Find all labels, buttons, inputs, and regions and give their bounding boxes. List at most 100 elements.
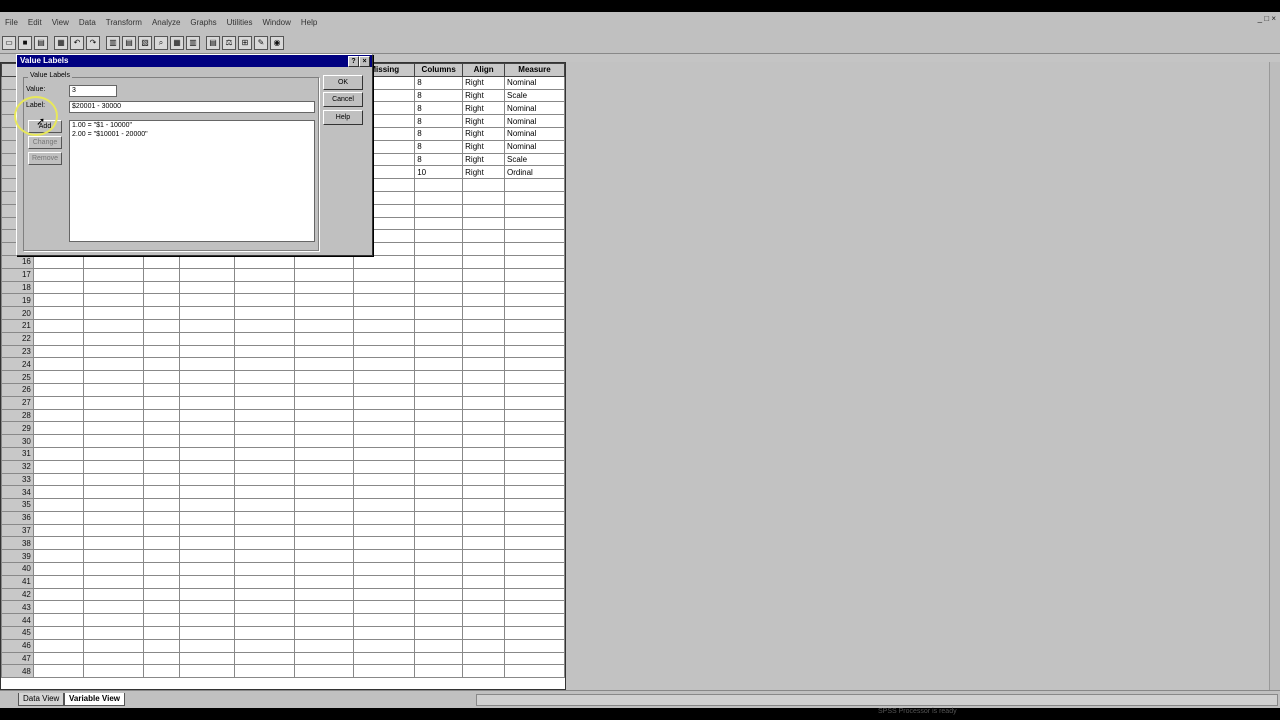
row-number[interactable]: 36 — [1, 510, 34, 525]
value-labels-list[interactable]: 1.00 = "$1 - 10000" 2.00 = "$10001 - 2000… — [69, 120, 315, 242]
cell-align[interactable]: Right — [462, 75, 506, 90]
grid-cell[interactable] — [82, 459, 145, 474]
grid-cell[interactable] — [233, 434, 295, 448]
tab-variable-view[interactable]: Variable View — [64, 693, 125, 706]
cell-missing[interactable] — [353, 472, 416, 487]
cell-missing[interactable] — [353, 254, 416, 269]
cell-align[interactable] — [462, 536, 506, 551]
grid-cell[interactable] — [293, 395, 355, 410]
menu-item-graphs[interactable]: Graphs — [185, 18, 221, 27]
grid-cell[interactable] — [293, 434, 355, 448]
grid-cell[interactable] — [233, 267, 295, 282]
cell-columns[interactable] — [414, 203, 464, 218]
grid-cell[interactable] — [233, 600, 295, 615]
grid-cell[interactable] — [143, 536, 181, 551]
grid-cell[interactable] — [82, 344, 145, 359]
cell-columns[interactable] — [414, 523, 464, 538]
grid-cell[interactable] — [32, 536, 84, 551]
cell-align[interactable] — [462, 485, 506, 500]
cell-missing[interactable] — [353, 485, 416, 500]
grid-cell[interactable] — [32, 344, 84, 359]
grid-cell[interactable] — [179, 421, 235, 436]
grid-cell[interactable] — [179, 587, 235, 602]
cell-align[interactable] — [462, 293, 506, 308]
grid-cell[interactable] — [179, 318, 235, 333]
grid-cell[interactable] — [179, 651, 235, 666]
grid-cell[interactable] — [233, 498, 295, 512]
cell-measure[interactable]: Nominal — [504, 139, 565, 154]
grid-cell[interactable] — [32, 549, 84, 564]
grid-cell[interactable] — [143, 370, 181, 384]
row-number[interactable]: 26 — [1, 382, 34, 397]
row-number[interactable]: 40 — [1, 562, 34, 576]
cell-missing[interactable] — [353, 395, 416, 410]
grid-cell[interactable] — [179, 638, 235, 653]
change-button[interactable]: Change — [28, 136, 62, 149]
grid-cell[interactable] — [32, 318, 84, 333]
row-number[interactable]: 20 — [1, 306, 34, 320]
grid-cell[interactable] — [233, 485, 295, 500]
row-number[interactable]: 39 — [1, 549, 34, 564]
row-number[interactable]: 22 — [1, 331, 34, 346]
grid-cell[interactable] — [179, 395, 235, 410]
cell-measure[interactable] — [504, 651, 565, 666]
row-number[interactable]: 42 — [1, 587, 34, 602]
grid-cell[interactable] — [143, 382, 181, 397]
row-number[interactable]: 24 — [1, 357, 34, 372]
cell-missing[interactable] — [353, 587, 416, 602]
grid-cell[interactable] — [293, 306, 355, 320]
dialog-title-bar[interactable]: Value Labels ? × — [17, 55, 372, 67]
grid-cell[interactable] — [32, 664, 84, 679]
cell-measure[interactable]: Ordinal — [504, 165, 565, 180]
grid-cell[interactable] — [82, 382, 145, 397]
cell-measure[interactable] — [504, 331, 565, 346]
cell-measure[interactable] — [504, 408, 565, 423]
dialog-recall-icon[interactable]: ▦ — [54, 35, 68, 50]
cell-align[interactable] — [462, 331, 506, 346]
cell-missing[interactable] — [353, 574, 416, 589]
cell-measure[interactable] — [504, 434, 565, 448]
row-number[interactable]: 34 — [1, 485, 34, 500]
cell-missing[interactable] — [353, 382, 416, 397]
grid-cell[interactable] — [82, 613, 145, 628]
grid-cell[interactable] — [233, 306, 295, 320]
cell-missing[interactable] — [353, 331, 416, 346]
cell-align[interactable] — [462, 626, 506, 640]
grid-cell[interactable] — [233, 664, 295, 679]
grid-cell[interactable] — [32, 498, 84, 512]
menu-item-view[interactable]: View — [47, 18, 74, 27]
grid-cell[interactable] — [293, 562, 355, 576]
cell-measure[interactable] — [504, 318, 565, 333]
cell-align[interactable] — [462, 382, 506, 397]
grid-cell[interactable] — [82, 638, 145, 653]
help-button[interactable]: Help — [323, 110, 363, 125]
row-number[interactable]: 41 — [1, 574, 34, 589]
grid-cell[interactable] — [143, 600, 181, 615]
cell-align[interactable] — [462, 600, 506, 615]
cell-measure[interactable] — [504, 587, 565, 602]
grid-cell[interactable] — [143, 523, 181, 538]
grid-cell[interactable] — [179, 434, 235, 448]
cell-measure[interactable] — [504, 203, 565, 218]
cell-align[interactable]: Right — [462, 152, 506, 167]
cell-missing[interactable] — [353, 664, 416, 679]
vertical-scrollbar[interactable] — [1269, 62, 1280, 690]
help-icon[interactable]: ? — [348, 56, 359, 67]
cell-columns[interactable] — [414, 190, 464, 205]
grid-cell[interactable] — [32, 293, 84, 308]
grid-cell[interactable] — [143, 651, 181, 666]
cancel-button[interactable]: Cancel — [323, 92, 363, 107]
value-labels-icon[interactable]: ✎ — [254, 35, 268, 50]
row-number[interactable]: 33 — [1, 472, 34, 487]
label-input[interactable]: $20001 - 30000 — [69, 101, 315, 113]
row-number[interactable]: 27 — [1, 395, 34, 410]
grid-cell[interactable] — [32, 382, 84, 397]
cell-align[interactable] — [462, 216, 506, 231]
grid-cell[interactable] — [233, 459, 295, 474]
grid-cell[interactable] — [82, 485, 145, 500]
grid-cell[interactable] — [82, 549, 145, 564]
grid-cell[interactable] — [293, 267, 355, 282]
row-number[interactable]: 46 — [1, 638, 34, 653]
row-number[interactable]: 37 — [1, 523, 34, 538]
cell-missing[interactable] — [353, 549, 416, 564]
